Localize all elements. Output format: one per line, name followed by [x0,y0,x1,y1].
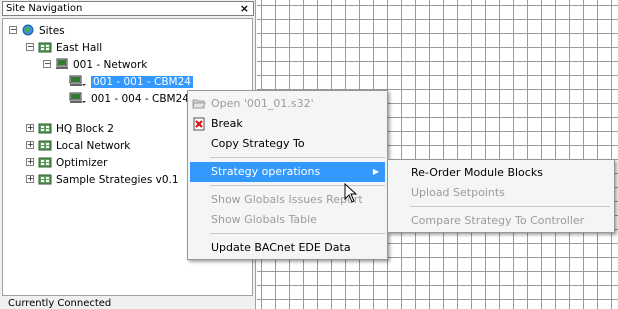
tree-item-network[interactable]: − 001 - Network [43,57,147,73]
tree-item-optimizer[interactable]: + Optimizer [26,155,107,171]
building-icon [38,157,52,168]
folder-open-icon [192,99,206,109]
menu-item-label: Re-Order Module Blocks [411,166,543,179]
menu-item-label: Copy Strategy To [211,137,305,150]
menu-separator [210,157,385,158]
menu-item-open: Open '001_01.s32' [190,94,385,114]
menu-item-label: Show Globals Issues Report [211,193,363,206]
menu-separator [410,206,610,207]
expand-icon[interactable]: + [26,124,34,132]
menu-item-strategy-operations[interactable]: Strategy operations ▶ [190,162,385,182]
building-icon [38,42,52,53]
menu-item-update-bacnet[interactable]: Update BACnet EDE Data [190,238,385,258]
menu-item-break[interactable]: Break [190,114,385,134]
expand-icon[interactable]: + [26,158,34,166]
menu-item-compare-strategy: Compare Strategy To Controller [390,211,612,231]
tree-item-label: Sample Strategies v0.1 [56,174,179,186]
expand-icon[interactable]: + [26,175,34,183]
tree-item-label: 001 - 001 - CBM24 [91,76,193,88]
collapse-icon[interactable]: − [26,43,34,51]
tree-item-east-hall[interactable]: − East Hall [26,40,102,56]
tree-item-label: Optimizer [56,157,108,169]
panel-title: Site Navigation [6,3,83,14]
tree-item-label: Local Network [56,140,131,152]
network-icon [56,58,68,69]
currently-connected-label: Currently Connected [8,298,112,309]
menu-item-label: Upload Setpoints [411,186,505,199]
tree-item-label: Sites [39,25,65,37]
context-menu: Open '001_01.s32' Break Copy Strategy To… [187,90,388,260]
menu-item-label: Show Globals Table [211,213,317,226]
menu-item-reorder-module-blocks[interactable]: Re-Order Module Blocks [390,163,612,183]
expand-icon[interactable]: + [26,141,34,149]
panel-header: Site Navigation × [2,1,254,16]
tree-item-label: 001 - Network [73,59,148,71]
mouse-cursor-icon [344,183,358,203]
building-icon [38,140,52,151]
menu-separator [210,185,385,186]
tree-item-local-network[interactable]: + Local Network [26,138,130,154]
menu-item-label: Break [211,117,243,130]
building-icon [38,174,52,185]
collapse-icon[interactable]: − [9,26,17,34]
break-icon [193,117,205,131]
controller-icon [69,75,86,86]
tree-item-label: 001 - 004 - CBM24 [91,93,189,105]
menu-item-label: Update BACnet EDE Data [211,241,351,254]
menu-item-label: Open '001_01.s32' [211,97,314,110]
globe-icon [22,24,34,36]
tree-item-label: East Hall [56,42,103,54]
submenu-arrow-icon: ▶ [372,167,379,176]
collapse-icon[interactable]: − [43,60,51,68]
building-icon [38,123,52,134]
tree-item-label: HQ Block 2 [56,123,114,135]
menu-item-globals-table: Show Globals Table [190,210,385,230]
menu-item-label: Compare Strategy To Controller [411,214,585,227]
tree-item-sites[interactable]: − Sites [9,23,65,39]
menu-separator [210,233,385,234]
tree-item-controller-001[interactable]: 001 - 001 - CBM24 [69,74,193,90]
menu-item-copy-strategy[interactable]: Copy Strategy To [190,134,385,154]
menu-item-upload-setpoints: Upload Setpoints [390,183,612,203]
close-icon[interactable]: × [240,2,249,15]
tree-item-hq-block-2[interactable]: + HQ Block 2 [26,121,114,137]
tree-item-controller-004[interactable]: 001 - 004 - CBM24 [69,91,189,107]
controller-icon [69,92,86,103]
menu-item-label: Strategy operations [211,165,321,178]
strategy-operations-submenu: Re-Order Module Blocks Upload Setpoints … [387,159,615,233]
tree-item-sample-strategies[interactable]: + Sample Strategies v0.1 [26,172,179,188]
